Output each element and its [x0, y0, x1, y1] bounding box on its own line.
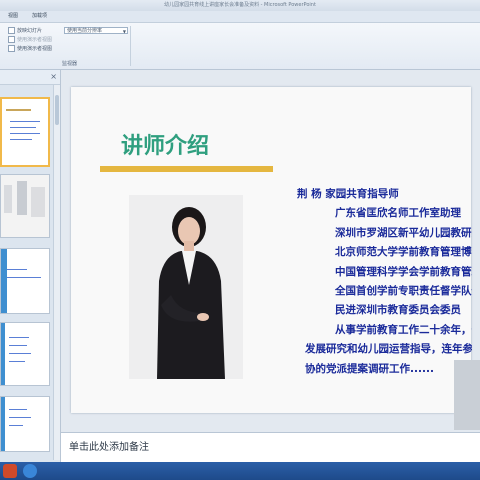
bio-line: 中国管理科学学会学前教育管理 — [335, 265, 472, 278]
thumb-text-line — [9, 337, 29, 338]
bio-line: 荆 杨 家园共育指导师 — [297, 188, 399, 200]
thumb-accent-bar — [1, 249, 7, 313]
checkbox-icon[interactable] — [8, 36, 15, 43]
slide-thumbnail-1[interactable] — [0, 97, 50, 167]
slide-thumbnail-5[interactable] — [0, 396, 50, 452]
ribbon: 放映幻灯片 使用演示者视图 使用演示者视图 使用当前分辨率 ▼ 监视器 — [0, 23, 480, 70]
menu-addins[interactable]: 加载项 — [32, 11, 47, 22]
thumbnails-scrollbar[interactable] — [53, 85, 60, 460]
slide-editor: 讲师介绍 荆 杨 家园共育指导师 广东省匡欣名师工作室助理 深圳市罗湖区新平幼儿… — [61, 70, 480, 432]
thumb-text-line — [10, 139, 32, 140]
bio-line: 广东省匡欣名师工作室助理 — [335, 207, 461, 220]
notes-pane[interactable]: 单击此处添加备注 — [61, 432, 480, 463]
thumb-text-line — [7, 269, 27, 270]
chevron-down-icon: ▼ — [122, 29, 126, 34]
checkbox-icon[interactable] — [8, 27, 15, 34]
panel-tabs: × — [0, 70, 60, 85]
thumb-text-line — [7, 277, 41, 278]
thumb-figure — [17, 181, 27, 215]
bio-line: 民进深圳市教育委员会委员 — [335, 304, 461, 317]
thumb-text-line — [9, 425, 23, 426]
thumb-text-line — [10, 133, 40, 134]
thumb-text-line — [9, 353, 31, 354]
overlay-object — [454, 360, 480, 430]
notes-placeholder[interactable]: 单击此处添加备注 — [69, 438, 149, 453]
bio-line: 协的党派提案调研工作...... — [305, 362, 434, 375]
thumb-accent-bar — [1, 323, 5, 385]
bio-line: 从事学前教育工作二十余年，长 — [335, 323, 472, 336]
thumb-text-line — [9, 417, 31, 418]
menu-bar: 视图 加载项 — [0, 11, 480, 23]
resolution-dropdown[interactable]: 使用当前分辨率 ▼ — [64, 27, 128, 34]
thumb-accent-bar — [1, 397, 5, 451]
thumb-figure — [4, 185, 12, 213]
checkbox-icon[interactable] — [8, 45, 15, 52]
ribbon-group-label: 监视器 — [62, 61, 78, 67]
slide-thumbnail-3[interactable] — [0, 248, 50, 314]
ribbon-option-2[interactable]: 使用演示者视图 — [8, 36, 52, 43]
thumb-text-line — [9, 345, 27, 346]
scrollbar-thumb[interactable] — [55, 95, 59, 125]
thumb-text-line — [10, 121, 40, 122]
ribbon-option-3[interactable]: 使用演示者视图 — [8, 45, 52, 52]
title-underline — [100, 166, 273, 172]
taskbar — [0, 462, 480, 480]
bio-line: 全国首创学前专职责任督学队伍 — [335, 285, 472, 298]
bio-line: 深圳市罗湖区新平幼儿园教研员 — [335, 226, 472, 239]
slide-thumbnail-4[interactable] — [0, 322, 50, 386]
menu-view[interactable]: 视图 — [8, 11, 18, 22]
speaker-bio[interactable]: 荆 杨 家园共育指导师 广东省匡欣名师工作室助理 深圳市罗湖区新平幼儿园教研员 … — [297, 185, 472, 379]
slides-panel: × — [0, 70, 61, 462]
powerpoint-icon[interactable] — [3, 464, 17, 478]
current-slide[interactable]: 讲师介绍 荆 杨 家园共育指导师 广东省匡欣名师工作室助理 深圳市罗湖区新平幼儿… — [71, 87, 472, 413]
thumb-text-line — [9, 409, 27, 410]
thumb-accent-line — [6, 109, 31, 111]
bio-line: 发展研究和幼儿园运营指导，连年参与 — [305, 343, 472, 356]
app-icon[interactable] — [23, 464, 37, 478]
slide-thumbnail-2[interactable] — [0, 174, 50, 238]
close-icon[interactable]: × — [50, 72, 57, 81]
speaker-photo[interactable] — [129, 195, 243, 379]
thumb-text-line — [10, 127, 36, 128]
bio-line: 北京师范大学学前教育管理博士 — [335, 246, 472, 259]
speaker-portrait — [129, 195, 243, 379]
slide-title[interactable]: 讲师介绍 — [121, 128, 209, 160]
ribbon-separator — [130, 26, 131, 66]
window-title: 幼儿园家园共育线上讲座家长会准备及资料 - Microsoft PowerPoi… — [0, 0, 480, 11]
thumb-figure — [31, 187, 45, 217]
ribbon-option-1[interactable]: 放映幻灯片 — [8, 27, 42, 34]
thumb-text-line — [9, 361, 25, 362]
